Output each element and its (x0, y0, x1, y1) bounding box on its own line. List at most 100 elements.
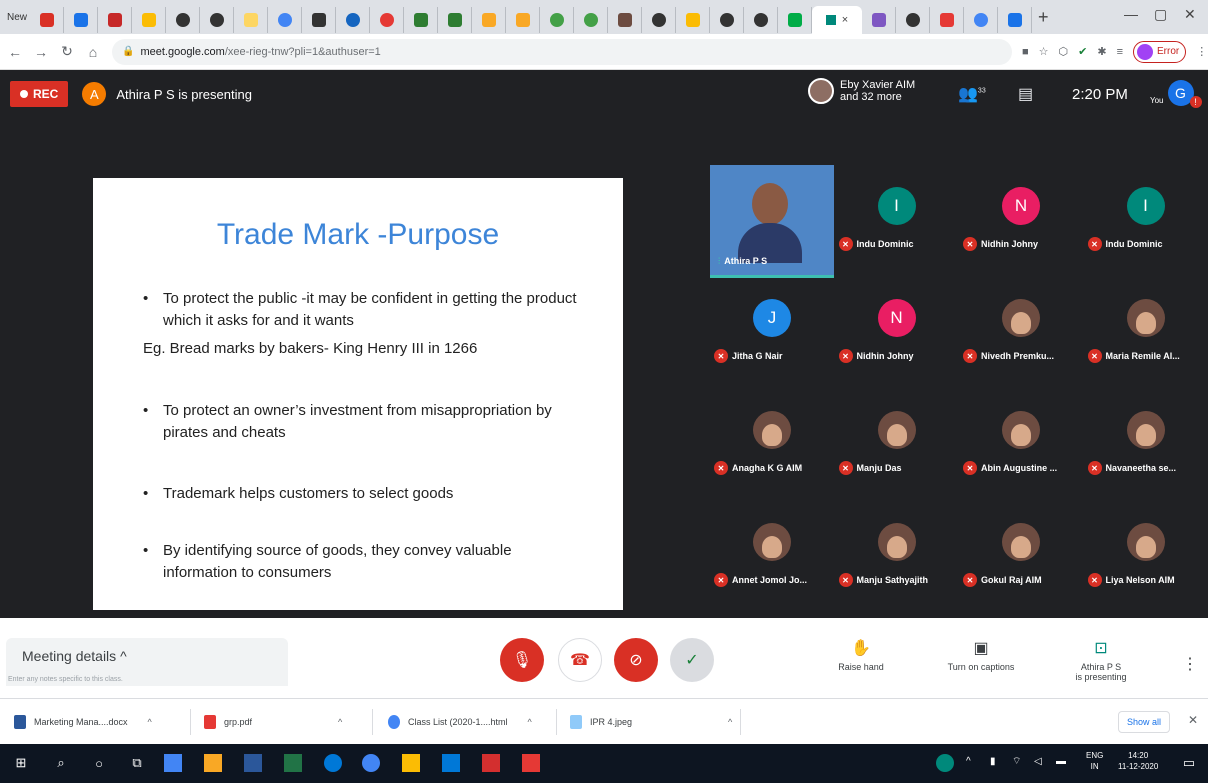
teams-icon[interactable] (442, 754, 460, 772)
participant-tile[interactable]: ✕ Liya Nelson AIM (1084, 501, 1208, 593)
tab-site[interactable] (336, 7, 370, 33)
tab-drive[interactable] (676, 7, 710, 33)
puzzle-icon[interactable]: ✱ (1097, 45, 1106, 58)
account-area[interactable]: You G ! (1150, 80, 1202, 108)
chevron-up-icon[interactable]: ^ (338, 717, 342, 727)
tab-opera[interactable] (370, 7, 404, 33)
download-item-html[interactable]: Class List (2020-1....html ^ (388, 715, 532, 729)
tab-calendar[interactable] (862, 7, 896, 33)
participant-tile[interactable]: N ✕ Nidhin Johny (959, 165, 1083, 257)
task-view-icon[interactable]: ⧉ (128, 754, 146, 772)
show-all-button[interactable]: Show all (1118, 711, 1171, 733)
tab-github-2[interactable] (200, 7, 234, 33)
confirm-button[interactable]: ✓ (670, 638, 714, 682)
sticky-notes-icon[interactable] (402, 754, 420, 772)
participants-summary[interactable]: Eby Xavier AIM and 32 more (808, 78, 915, 104)
file-explorer-icon[interactable] (204, 754, 222, 772)
tab-github-4[interactable] (710, 7, 744, 33)
download-item-pdf[interactable]: grp.pdf ^ (204, 715, 342, 729)
search-icon[interactable]: ⌕ (52, 754, 70, 772)
download-item-jpeg[interactable]: IPR 4.jpeg ^ (570, 715, 732, 729)
tab-edge[interactable] (540, 7, 574, 33)
participant-tile[interactable]: ✕ Navaneetha se... (1084, 389, 1208, 481)
reload-icon[interactable]: ↻ (56, 43, 78, 60)
tab-image-2[interactable] (506, 7, 540, 33)
tab-pdf[interactable] (98, 7, 132, 33)
chevron-up-icon[interactable]: ^ (728, 717, 732, 727)
tray-chevron-icon[interactable]: ^ (966, 756, 971, 767)
tab-docs[interactable] (64, 7, 98, 33)
chevron-up-icon[interactable]: ^ (148, 717, 152, 727)
more-options-icon[interactable]: ⋮ (1182, 654, 1198, 674)
word-icon[interactable] (244, 754, 262, 772)
participant-tile[interactable]: N ✕ Nidhin Johny (835, 277, 959, 369)
app-store-icon[interactable] (164, 754, 182, 772)
chrome-icon[interactable] (362, 754, 380, 772)
excel-icon[interactable] (284, 754, 302, 772)
close-shelf-icon[interactable]: ✕ (1188, 713, 1198, 727)
participant-tile[interactable]: I ✕ Indu Dominic (1084, 165, 1208, 257)
download-item-docx[interactable]: Marketing Mana....docx ^ (14, 715, 152, 729)
chat-icon[interactable]: ▤ (1018, 84, 1033, 104)
participant-tile[interactable]: ✕ Gokul Raj AIM (959, 501, 1083, 593)
camera-off-button[interactable]: ⊘ (614, 638, 658, 682)
tab-chart[interactable] (132, 7, 166, 33)
tab-tree-2[interactable] (438, 7, 472, 33)
cortana-icon[interactable]: ○ (90, 754, 108, 772)
participant-tile[interactable]: ✕ Maria Remile Al... (1084, 277, 1208, 369)
participant-tile[interactable]: ✕ Manju Das (835, 389, 959, 481)
playlist-icon[interactable]: ≡ (1117, 46, 1123, 58)
tray-app-icon[interactable] (936, 754, 954, 772)
system-clock[interactable]: 14:20 11-12-2020 (1118, 750, 1158, 772)
input-language[interactable]: ENG IN (1086, 750, 1103, 772)
tab-notes[interactable] (234, 7, 268, 33)
photos-icon[interactable] (522, 754, 540, 772)
participant-tile[interactable]: ✕ Abin Augustine ... (959, 389, 1083, 481)
tab-edge-2[interactable] (574, 7, 608, 33)
participant-tile[interactable]: I ✕ Indu Dominic (835, 165, 959, 257)
raise-hand-button[interactable]: ✋ Raise hand (816, 638, 906, 672)
participant-tile[interactable]: J ✕ Jitha G Nair (710, 277, 834, 369)
mic-off-button[interactable]: 🎙 (500, 638, 544, 682)
recording-badge[interactable]: REC (10, 81, 69, 107)
tab-tree[interactable] (404, 7, 438, 33)
network-icon[interactable]: ▮ (990, 756, 996, 767)
new-tab-button[interactable]: + (1038, 7, 1049, 28)
volume-icon[interactable]: ◁ (1034, 756, 1042, 767)
participant-tile[interactable]: ✕ Anagha K G AIM (710, 389, 834, 481)
minimize-icon[interactable]: — (1124, 6, 1138, 22)
close-window-icon[interactable]: ✕ (1184, 6, 1196, 23)
tab-new[interactable]: New (4, 12, 30, 23)
address-bar[interactable]: 🔒 meet.google.com/xee-rieg-tnw?pli=1&aut… (112, 38, 1012, 65)
wifi-icon[interactable]: ⌔ (1012, 756, 1021, 767)
end-call-button[interactable]: ☎ (558, 638, 602, 682)
tab-person[interactable] (608, 7, 642, 33)
tab-github-5[interactable] (744, 7, 778, 33)
tab-image[interactable] (472, 7, 506, 33)
captions-button[interactable]: ▣ Turn on captions (936, 638, 1026, 672)
tab-docs-2[interactable] (998, 7, 1032, 33)
participant-tile[interactable]: ✕ Annet Jomol Jo... (710, 501, 834, 593)
meeting-details-panel[interactable]: Meeting details ^ Enter any notes specif… (6, 638, 288, 686)
tab-github-3[interactable] (642, 7, 676, 33)
forward-icon[interactable]: → (30, 44, 52, 60)
menu-dots-icon[interactable]: ⋮ (1196, 45, 1207, 58)
chevron-up-icon[interactable]: ^ (528, 717, 532, 727)
presenting-button[interactable]: ⊡ Athira P S is presenting (1056, 638, 1146, 682)
check-ext-icon[interactable]: ✔ (1078, 45, 1087, 58)
windows-start-icon[interactable]: ⊞ (12, 754, 30, 772)
edge-icon[interactable] (324, 754, 342, 772)
maximize-icon[interactable]: ▢ (1154, 6, 1167, 23)
star-icon[interactable]: ☆ (1039, 45, 1049, 58)
home-icon[interactable]: ⌂ (82, 44, 104, 60)
self-video-tile[interactable]: ⫶ Athira P S (710, 165, 834, 278)
people-icon[interactable]: 👥33 (958, 84, 986, 104)
back-icon[interactable]: ← (4, 44, 26, 60)
acrobat-icon[interactable] (482, 754, 500, 772)
battery-icon[interactable]: ▬ (1056, 756, 1066, 767)
tab-meet-other[interactable] (778, 7, 812, 33)
profile-error-button[interactable]: Error (1133, 40, 1187, 63)
tab-github[interactable] (166, 7, 200, 33)
camera-ext-icon[interactable]: ■ (1022, 46, 1029, 58)
tab-youtube[interactable] (930, 7, 964, 33)
